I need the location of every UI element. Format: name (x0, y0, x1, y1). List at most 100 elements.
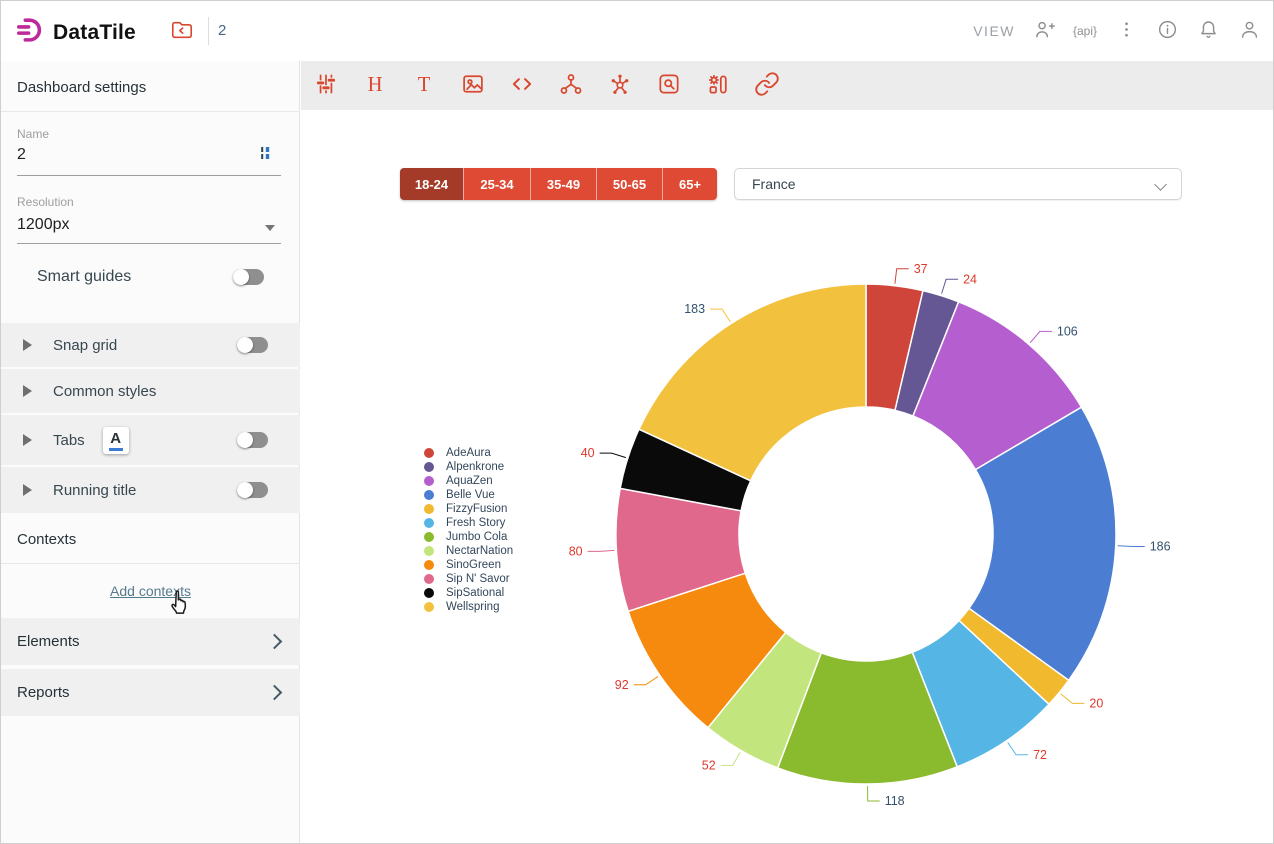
expand-arrow-icon[interactable] (23, 484, 32, 496)
slice-value-label: 80 (569, 544, 583, 558)
legend-label: Jumbo Cola (446, 531, 507, 543)
logo-text: DataTile (53, 21, 136, 45)
toolbar-button-text[interactable]: T (411, 73, 437, 99)
view-button[interactable]: VIEW (973, 23, 1015, 39)
age-segment-35-49[interactable]: 35-49 (530, 168, 596, 200)
legend-item[interactable]: AquaZen (424, 474, 513, 488)
tabs-section[interactable]: Tabs A (1, 415, 300, 465)
legend-item[interactable]: Belle Vue (424, 488, 513, 502)
toolbar-button-hub[interactable] (607, 73, 633, 99)
toolbar-button-tune[interactable] (313, 73, 339, 99)
legend-item[interactable]: Wellspring (424, 600, 513, 614)
logo[interactable]: DataTile (15, 15, 136, 50)
legend-label: AdeAura (446, 447, 491, 459)
image-icon (460, 71, 486, 100)
add-contexts-link[interactable]: Add contexts (1, 583, 300, 599)
text-format-icon[interactable]: A (103, 427, 129, 454)
sidebar-item-reports[interactable]: Reports (1, 669, 300, 716)
info-button[interactable] (1155, 19, 1179, 43)
donut-chart: 3724106186207211852928040183 (556, 236, 1216, 836)
folder-back-icon (168, 31, 196, 46)
element-toolbar: HT (301, 61, 1274, 110)
kebab-menu-icon (1115, 18, 1138, 44)
country-dropdown[interactable]: France (734, 168, 1182, 200)
header-divider (208, 17, 209, 45)
legend-color-dot (424, 574, 434, 584)
dashboard-canvas: 18-2425-3435-4950-6565+ France AdeAura Al… (301, 110, 1274, 844)
slice-value-label: 106 (1057, 324, 1078, 338)
toolbar-button-code[interactable] (509, 73, 535, 99)
smart-guides-toggle[interactable] (233, 269, 264, 285)
user-button[interactable] (1237, 19, 1261, 43)
legend-item[interactable]: SipSational (424, 586, 513, 600)
resolution-field-label: Resolution (17, 195, 74, 209)
legend-item[interactable]: Alpenkrone (424, 460, 513, 474)
top-header: DataTile 2 VIEW {api} (1, 1, 1274, 61)
sidebar-item-elements[interactable]: Elements (1, 618, 300, 665)
label-leader-line (1061, 694, 1085, 704)
slice-value-label: 92 (615, 678, 629, 692)
legend-color-dot (424, 448, 434, 458)
text-format-letter: A (110, 430, 121, 447)
legend-item[interactable]: SinoGreen (424, 558, 513, 572)
label-leader-line (1030, 331, 1052, 342)
tabs-label: Tabs (53, 432, 85, 449)
info-icon (1156, 18, 1179, 44)
bell-button[interactable] (1196, 19, 1220, 43)
legend-item[interactable]: Sip N' Savor (424, 572, 513, 586)
insert-variable-icon[interactable] (259, 145, 275, 166)
toolbar-button-share[interactable] (558, 73, 584, 99)
common-styles-label: Common styles (53, 383, 156, 400)
label-leader-line (588, 550, 615, 551)
legend-item[interactable]: AdeAura (424, 446, 513, 460)
resolution-select[interactable]: 1200px (17, 216, 70, 234)
legend-item[interactable]: NectarNation (424, 544, 513, 558)
name-field-label: Name (17, 127, 49, 141)
legend-label: Alpenkrone (446, 461, 504, 473)
common-styles-section[interactable]: Common styles (1, 369, 300, 413)
tune-icon (313, 71, 339, 100)
slice-value-label: 24 (963, 272, 977, 286)
add-user-button[interactable] (1032, 19, 1056, 43)
expand-arrow-icon[interactable] (23, 434, 32, 446)
age-segment-25-34[interactable]: 25-34 (463, 168, 530, 200)
running-title-section[interactable]: Running title (1, 467, 300, 513)
resolution-underline (17, 243, 281, 244)
legend-item[interactable]: Fresh Story (424, 516, 513, 530)
chevron-right-icon (267, 685, 283, 701)
legend-item[interactable]: Jumbo Cola (424, 530, 513, 544)
toolbar-button-widgets[interactable] (705, 73, 731, 99)
kebab-menu-button[interactable] (1114, 19, 1138, 43)
svg-text:T: T (418, 74, 431, 96)
name-underline (17, 175, 281, 176)
snap-grid-toggle[interactable] (237, 337, 268, 353)
age-segment-18-24[interactable]: 18-24 (400, 168, 463, 200)
name-input[interactable] (17, 146, 247, 164)
heading-icon: H (362, 71, 388, 100)
tabs-toggle[interactable] (237, 432, 268, 448)
slice-value-label: 40 (581, 446, 595, 460)
legend-label: NectarNation (446, 545, 513, 557)
toolbar-button-heading[interactable]: H (362, 73, 388, 99)
search-box-icon (656, 71, 682, 100)
age-segment-65+[interactable]: 65+ (662, 168, 717, 200)
legend-item[interactable]: FizzyFusion (424, 502, 513, 516)
slice-value-label: 183 (684, 302, 705, 316)
api-button[interactable]: {api} (1073, 19, 1097, 43)
expand-arrow-icon[interactable] (23, 339, 32, 351)
toolbar-button-image[interactable] (460, 73, 486, 99)
toolbar-button-link[interactable] (754, 73, 780, 99)
add-user-icon (1033, 18, 1056, 44)
header-actions: VIEW {api} (973, 1, 1261, 61)
snap-grid-label: Snap grid (53, 337, 117, 354)
resolution-caret-icon[interactable] (265, 225, 275, 231)
snap-grid-section[interactable]: Snap grid (1, 323, 300, 367)
chevron-right-icon (267, 634, 283, 650)
running-title-toggle[interactable] (237, 482, 268, 498)
toolbar-button-search-box[interactable] (656, 73, 682, 99)
age-segment-50-65[interactable]: 50-65 (596, 168, 662, 200)
back-to-projects-button[interactable] (167, 17, 197, 45)
datatile-logo-icon (15, 15, 45, 50)
expand-arrow-icon[interactable] (23, 385, 32, 397)
label-leader-line (1008, 742, 1028, 754)
